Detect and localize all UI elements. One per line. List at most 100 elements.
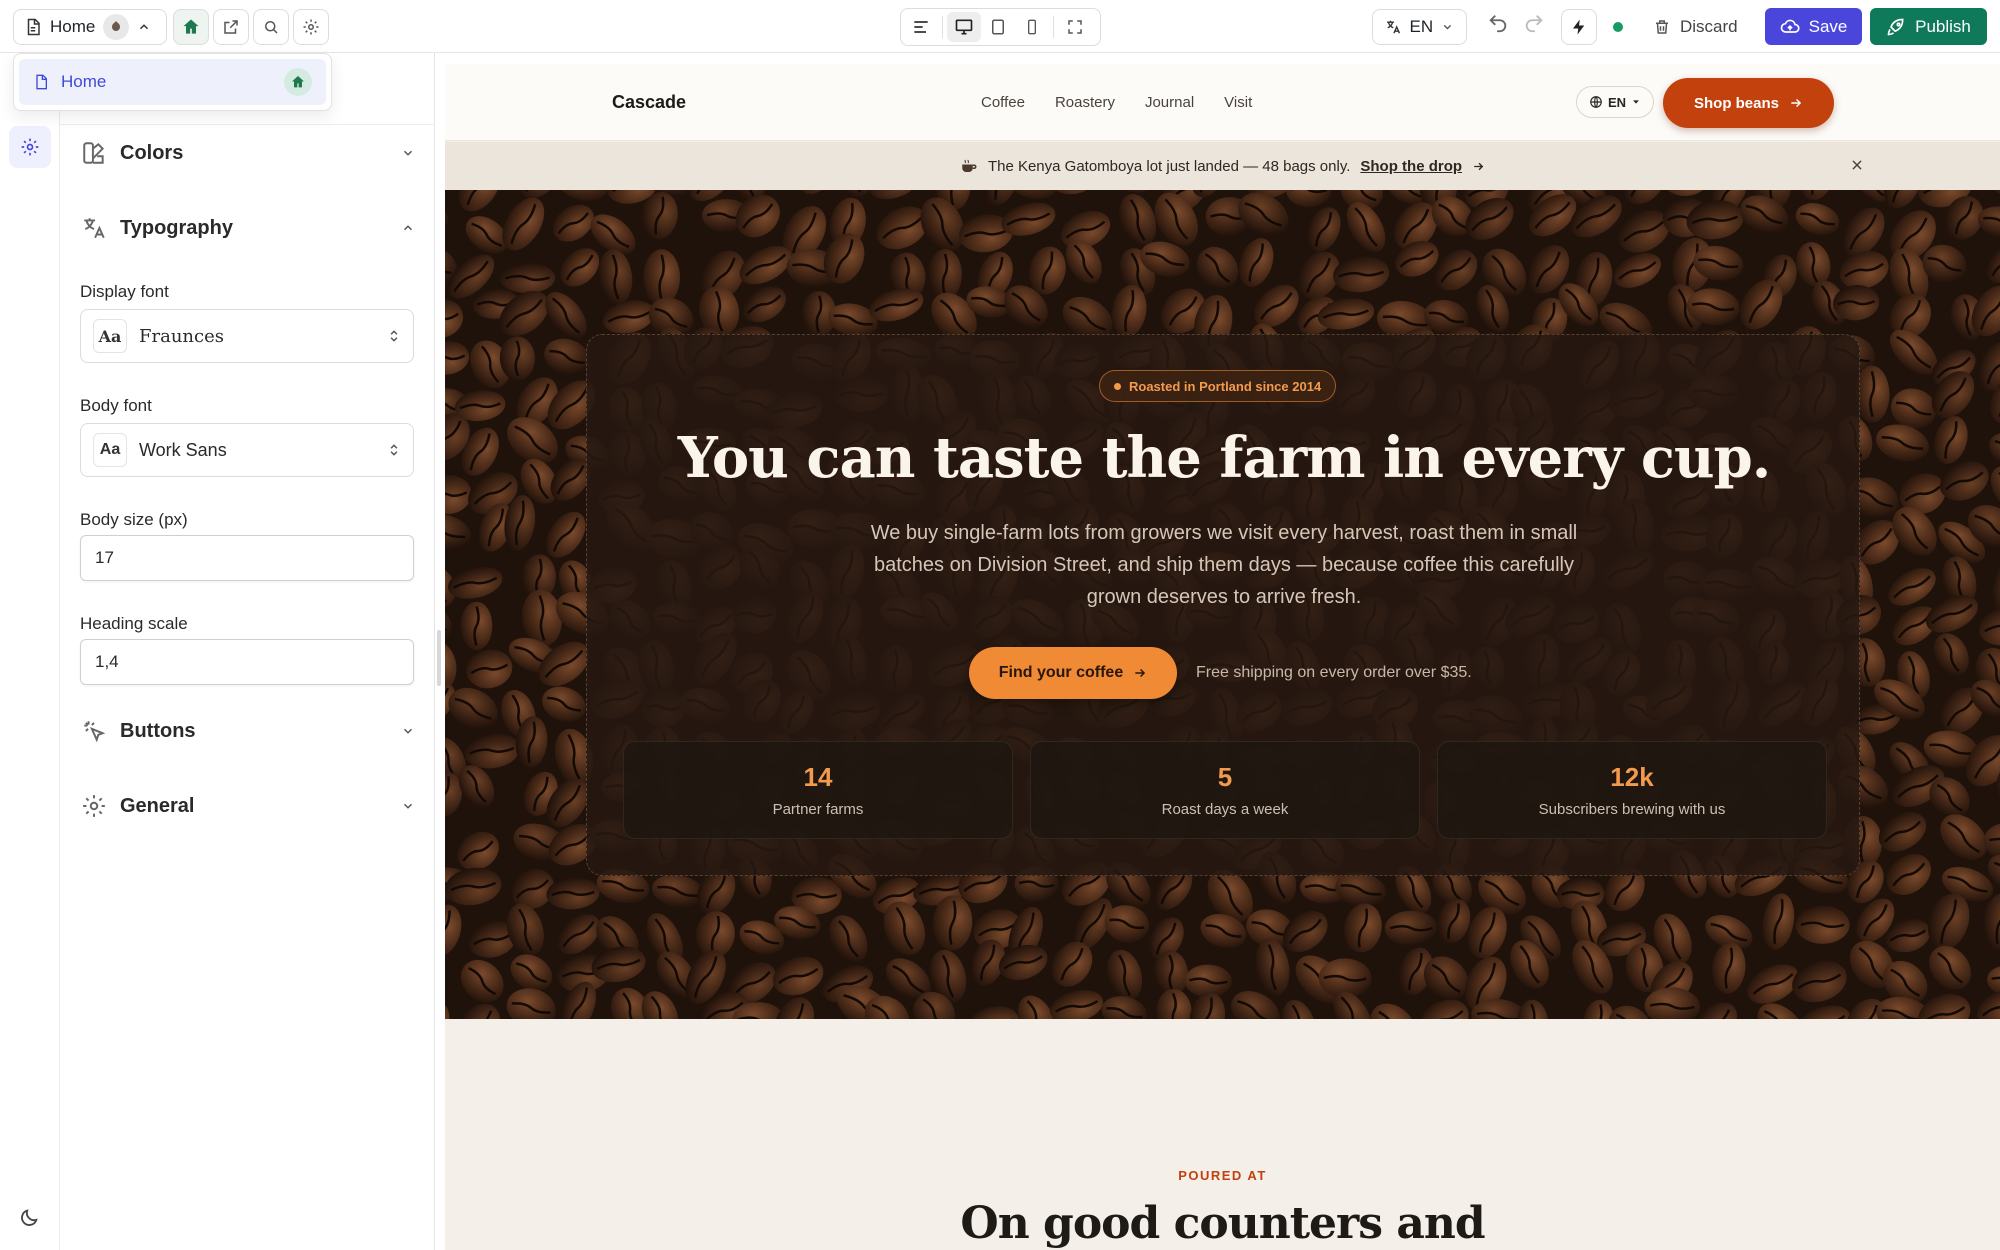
divider (1053, 16, 1054, 38)
open-external-button[interactable] (213, 9, 249, 45)
display-font-select[interactable]: Aa Fraunces (80, 309, 414, 363)
panel-resize-handle[interactable] (437, 630, 441, 686)
nav-link-journal[interactable]: Journal (1145, 94, 1194, 111)
announcement-link[interactable]: Shop the drop (1360, 158, 1462, 175)
hero-section: Roasted in Portland since 2014 You can t… (445, 190, 2000, 1019)
left-rail (0, 53, 60, 1250)
cursor-click-icon (80, 717, 108, 745)
nav-link-coffee[interactable]: Coffee (981, 94, 1025, 111)
body-font-value: Work Sans (139, 439, 227, 460)
chevron-down-icon (403, 150, 413, 156)
home-icon (183, 19, 199, 34)
display-font-label: Display font (80, 282, 169, 301)
site-brand[interactable]: Cascade (612, 92, 686, 113)
save-button[interactable]: Save (1765, 8, 1862, 45)
hero-card: Roasted in Portland since 2014 You can t… (586, 334, 1860, 876)
tablet-icon (992, 19, 1004, 35)
shipping-note: Free shipping on every order over $35. (1196, 664, 1472, 681)
fullscreen-button[interactable] (1058, 12, 1092, 42)
language-label: EN (1409, 17, 1434, 36)
search-button[interactable] (253, 9, 289, 45)
page-dropdown-item[interactable]: Home (19, 59, 326, 105)
publish-button[interactable]: Publish (1870, 8, 1987, 45)
find-coffee-button[interactable]: Find your coffee (969, 647, 1177, 699)
arrow-right-icon (1791, 98, 1802, 108)
section-buttons[interactable]: Buttons (80, 711, 415, 751)
undo-icon[interactable] (1487, 12, 1509, 34)
heading-scale-input[interactable]: 1,4 (80, 639, 414, 685)
chevron-down-icon (403, 728, 413, 734)
home-icon (284, 68, 312, 96)
announcement-text: The Kenya Gatomboya lot just landed — 48… (987, 157, 1351, 175)
find-coffee-label: Find your coffee (998, 664, 1124, 681)
stat-value: 12k (1610, 762, 1654, 792)
theme-settings-tab[interactable] (9, 126, 51, 168)
external-link-icon (224, 20, 238, 34)
text-align-icon (914, 21, 928, 33)
nav-link-visit[interactable]: Visit (1224, 94, 1252, 111)
redo-icon[interactable] (1523, 12, 1545, 34)
gear-icon (303, 19, 319, 35)
section-title: Buttons (120, 719, 196, 742)
typography-icon (80, 214, 108, 242)
divider (942, 16, 943, 38)
site-language-selector[interactable]: EN (1576, 86, 1654, 118)
expand-icon (1068, 20, 1082, 34)
site-language-label: EN (1607, 94, 1627, 110)
chevron-down-icon (1633, 100, 1639, 104)
body-font-select[interactable]: Aa Work Sans (80, 423, 414, 477)
device-switcher (900, 8, 1101, 46)
language-selector[interactable]: EN (1372, 9, 1467, 45)
stat-card: 14 Partner farms (623, 741, 1013, 839)
page-avatar-icon (103, 14, 130, 40)
site-nav: Coffee Roastery Journal Visit (981, 94, 1252, 111)
outline-toggle-button[interactable] (904, 12, 938, 42)
badge-dot (1114, 382, 1121, 390)
dark-mode-toggle[interactable] (18, 1207, 40, 1229)
chevron-up-down-icon (390, 444, 398, 456)
hero-badge-text: Roasted in Portland since 2014 (1129, 378, 1322, 394)
announcement-bar: The Kenya Gatomboya lot just landed — 48… (445, 142, 2000, 190)
rocket-icon (1887, 18, 1904, 35)
site-header: Cascade Coffee Roastery Journal Visit EN… (445, 64, 2000, 141)
hero-stats: 14 Partner farms 5 Roast days a week 12k… (623, 741, 1827, 839)
tablet-view-button[interactable] (981, 12, 1015, 42)
chevron-up-icon (140, 24, 149, 30)
hero-title: You can taste the farm in every cup. (677, 425, 1772, 491)
moon-icon (21, 1209, 38, 1226)
home-page-button[interactable] (173, 9, 209, 45)
close-icon[interactable] (1850, 158, 1864, 172)
shop-beans-label: Shop beans (1693, 94, 1779, 112)
section-typography[interactable]: Typography (80, 208, 415, 248)
hero-subtitle: We buy single-farm lots from growers we … (870, 522, 1578, 608)
stat-value: 5 (1217, 762, 1233, 792)
body-font-label: Body font (80, 396, 152, 415)
section-title: Colors (120, 141, 184, 164)
body-size-label: Body size (px) (80, 510, 188, 529)
lightning-icon (1573, 19, 1585, 35)
mobile-view-button[interactable] (1015, 12, 1049, 42)
body-size-input[interactable]: 17 (80, 535, 414, 581)
stat-card: 12k Subscribers brewing with us (1437, 741, 1827, 839)
divider (60, 124, 435, 125)
discard-label: Discard (1680, 17, 1738, 36)
shop-beans-button[interactable]: Shop beans (1663, 78, 1834, 128)
connection-status-dot (1613, 22, 1623, 32)
nav-link-roastery[interactable]: Roastery (1055, 94, 1115, 111)
page-selector[interactable]: Home (13, 9, 167, 45)
stat-value: 14 (803, 762, 833, 792)
discard-button[interactable]: Discard (1653, 9, 1738, 45)
section-general[interactable]: General (80, 786, 415, 826)
desktop-view-button[interactable] (947, 12, 981, 42)
quick-actions-button[interactable] (1561, 9, 1597, 45)
chevron-up-icon (403, 225, 413, 231)
section-colors[interactable]: Colors (80, 133, 415, 173)
arrow-right-icon (1474, 162, 1484, 170)
font-preview-icon: Aa (93, 319, 127, 353)
document-icon (36, 74, 47, 90)
site-preview: Cascade Coffee Roastery Journal Visit EN… (445, 64, 2000, 1250)
section-heading: On good counters and (960, 1198, 1485, 1249)
section-eyebrow: POURED AT (1178, 1168, 1267, 1183)
stat-label: Subscribers brewing with us (1538, 801, 1726, 818)
page-settings-button[interactable] (293, 9, 329, 45)
